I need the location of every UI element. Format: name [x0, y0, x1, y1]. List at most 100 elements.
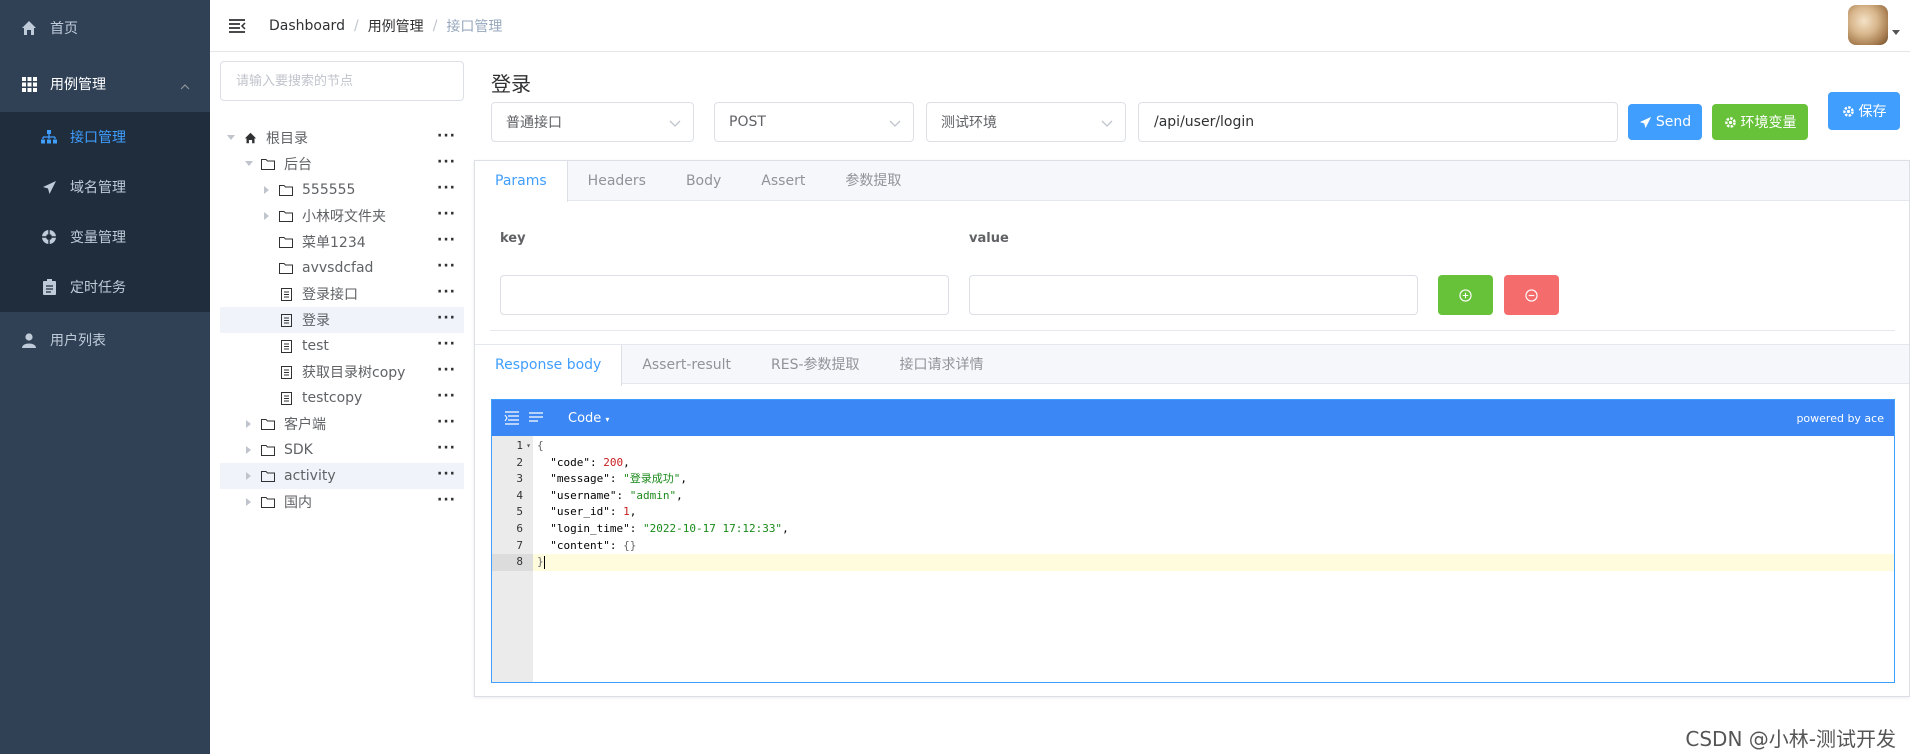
breadcrumb-dashboard[interactable]: Dashboard: [269, 18, 345, 34]
hamburger-icon[interactable]: [225, 14, 249, 38]
tab-body[interactable]: Body: [666, 161, 741, 201]
tree-node-label: SDK: [284, 442, 313, 458]
sidebar-item-domain-management[interactable]: 域名管理: [0, 162, 210, 212]
breadcrumb-case-management[interactable]: 用例管理: [368, 16, 424, 36]
caret-right-icon[interactable]: [244, 472, 254, 480]
code-line: "login_time": "2022-10-17 17:12:33",: [550, 521, 789, 535]
more-icon[interactable]: ···: [437, 414, 456, 430]
more-icon[interactable]: ···: [437, 206, 456, 222]
environment-variables-button[interactable]: 环境变量: [1712, 104, 1808, 140]
tree-node-file-selected[interactable]: 登录 ···: [220, 307, 464, 333]
more-icon[interactable]: ···: [437, 284, 456, 300]
tree-node-folder[interactable]: activity ···: [220, 463, 464, 489]
tree-node-folder[interactable]: 555555 ···: [220, 177, 464, 203]
tab-res-param-extract[interactable]: RES-参数提取: [751, 345, 880, 385]
sidebar-item-scheduled-tasks[interactable]: 定时任务: [0, 262, 210, 312]
tree-node-file[interactable]: testcopy ···: [220, 385, 464, 411]
tree-search-input[interactable]: [220, 61, 464, 101]
folder-icon: [260, 416, 276, 432]
code-line: {: [537, 439, 544, 452]
chevron-down-icon: [669, 116, 681, 132]
request-card: Params Headers Body Assert 参数提取 key valu…: [474, 160, 1910, 697]
tree-node-folder[interactable]: 国内 ···: [220, 489, 464, 515]
caret-right-icon[interactable]: [244, 446, 254, 454]
gear-icon: [1724, 116, 1736, 128]
tree-node-file[interactable]: test ···: [220, 333, 464, 359]
folder-icon: [260, 468, 276, 484]
tab-param-extract[interactable]: 参数提取: [825, 161, 921, 201]
tree-node-folder[interactable]: 菜单1234 ···: [220, 229, 464, 255]
compact-icon[interactable]: [526, 408, 546, 428]
tree-node-folder[interactable]: 后台 ···: [220, 151, 464, 177]
document-icon: [278, 286, 294, 302]
tab-request-details[interactable]: 接口请求详情: [880, 345, 1004, 385]
caret-right-icon[interactable]: [244, 420, 254, 428]
format-icon[interactable]: [502, 408, 522, 428]
tab-assert-result[interactable]: Assert-result: [622, 345, 751, 385]
param-key-input[interactable]: [500, 275, 949, 315]
sidebar-item-api-management[interactable]: 接口管理: [0, 112, 210, 162]
add-param-button[interactable]: [1438, 275, 1493, 315]
caret-right-icon[interactable]: [244, 498, 254, 506]
sidebar-item-user-list[interactable]: 用户列表: [0, 312, 210, 368]
sidebar-item-variable-management[interactable]: 变量管理: [0, 212, 210, 262]
param-value-input[interactable]: [969, 275, 1418, 315]
more-icon[interactable]: ···: [437, 154, 456, 170]
caret-down-icon[interactable]: [226, 135, 236, 141]
tree-node-root[interactable]: 根目录 ···: [220, 125, 464, 151]
tree-node-file[interactable]: 获取目录树copy ···: [220, 359, 464, 385]
chevron-down-icon: [1101, 116, 1113, 132]
more-icon[interactable]: ···: [437, 180, 456, 196]
interface-type-select[interactable]: 普通接口: [491, 102, 694, 142]
tree-node-file[interactable]: 登录接口 ···: [220, 281, 464, 307]
more-icon[interactable]: ···: [437, 466, 456, 482]
tree-node-label: testcopy: [302, 390, 363, 406]
tree-node-folder[interactable]: avvsdcfad ···: [220, 255, 464, 281]
chevron-up-icon: [180, 78, 190, 94]
more-icon[interactable]: ···: [437, 310, 456, 326]
method-select[interactable]: POST: [714, 102, 914, 142]
more-icon[interactable]: ···: [437, 388, 456, 404]
more-icon[interactable]: ···: [437, 258, 456, 274]
tree-node-folder[interactable]: 小林呀文件夹 ···: [220, 203, 464, 229]
send-icon: [1639, 116, 1651, 128]
url-input[interactable]: [1138, 102, 1618, 142]
caret-down-icon[interactable]: [1892, 30, 1900, 35]
life-ring-icon: [40, 228, 58, 246]
environment-select[interactable]: 测试环境: [926, 102, 1126, 142]
tab-headers[interactable]: Headers: [568, 161, 666, 201]
code-line: "message": "登录成功",: [550, 472, 687, 486]
divider: [490, 330, 1895, 331]
caret-right-icon[interactable]: [262, 186, 272, 194]
remove-param-button[interactable]: [1504, 275, 1559, 315]
send-button[interactable]: Send: [1628, 104, 1702, 140]
caret-down-icon[interactable]: [244, 161, 254, 167]
more-icon[interactable]: ···: [437, 440, 456, 456]
response-editor[interactable]: Code ▾ powered by ace 1 ▾ 2 3 4 5 6 7 8 {…: [491, 399, 1895, 683]
home-icon: [242, 130, 258, 146]
breadcrumb-separator: /: [432, 17, 438, 34]
code-area[interactable]: { "code": 200, "message": "登录成功", "usern…: [533, 436, 1894, 682]
more-icon[interactable]: ···: [437, 336, 456, 352]
grid-icon: [20, 75, 38, 93]
tree-node-folder[interactable]: SDK ···: [220, 437, 464, 463]
code-line: "content": {}: [550, 538, 637, 552]
more-icon[interactable]: ···: [437, 492, 456, 508]
more-icon[interactable]: ···: [437, 362, 456, 378]
mode-menu[interactable]: Code ▾: [568, 411, 609, 426]
caret-right-icon[interactable]: [262, 212, 272, 220]
home-icon: [20, 19, 38, 37]
request-tabs: Params Headers Body Assert 参数提取: [475, 161, 1909, 202]
avatar[interactable]: [1848, 5, 1888, 45]
tree-node-folder[interactable]: 客户端 ···: [220, 411, 464, 437]
response-tabs-bar: Response body Assert-result RES-参数提取 接口请…: [475, 344, 1909, 386]
more-icon[interactable]: ···: [437, 128, 456, 144]
tab-params[interactable]: Params: [475, 161, 568, 202]
save-button[interactable]: 保存: [1828, 92, 1900, 130]
more-icon[interactable]: ···: [437, 232, 456, 248]
fold-arrow-icon[interactable]: ▾: [526, 438, 531, 455]
sidebar-item-case-management[interactable]: 用例管理: [0, 56, 210, 112]
tab-response-body[interactable]: Response body: [475, 345, 623, 386]
tab-assert[interactable]: Assert: [741, 161, 825, 201]
sidebar-item-home[interactable]: 首页: [0, 0, 210, 56]
